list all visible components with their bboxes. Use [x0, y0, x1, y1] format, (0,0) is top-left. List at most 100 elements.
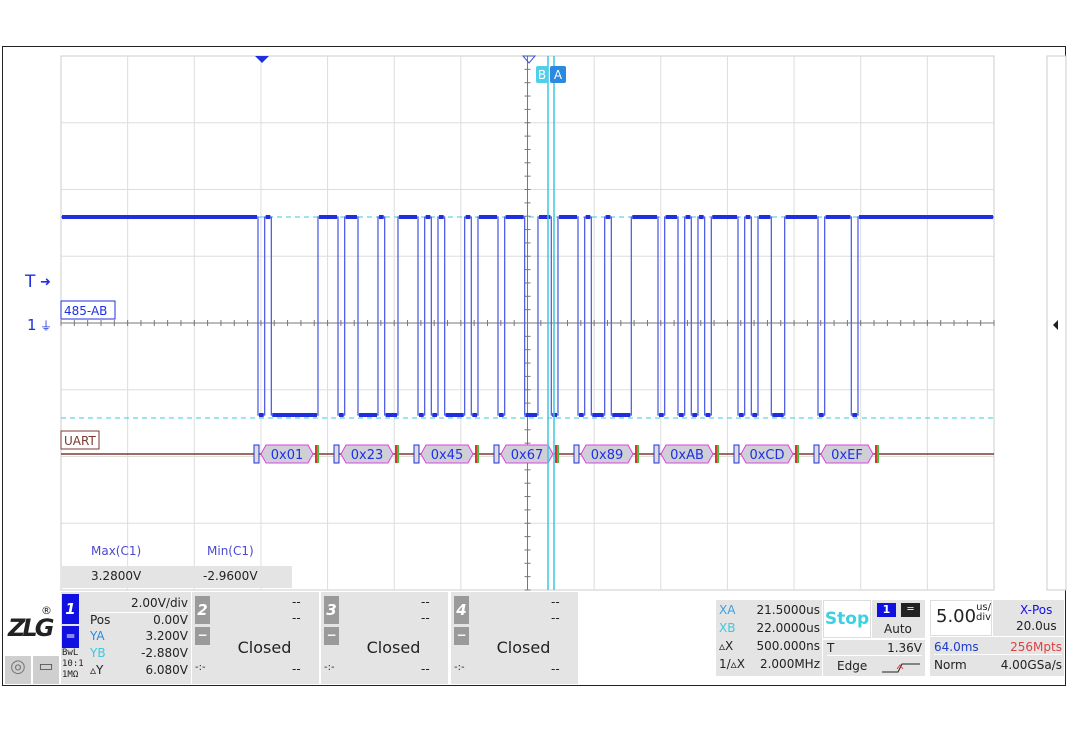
channel4-minus-badge[interactable]: −	[454, 627, 469, 645]
xb-value: 22.0000us	[756, 621, 820, 635]
trigger-level-value: 1.36V	[887, 641, 922, 655]
channel4-pos: --	[551, 611, 560, 625]
xa-value: 21.5000us	[756, 603, 820, 617]
yb-value: -2.880V	[141, 646, 188, 660]
channel2-info: -:-	[195, 662, 206, 673]
trace-low-segment	[525, 413, 537, 417]
decoder-label: UART	[64, 434, 96, 448]
channel3-minus-badge[interactable]: −	[324, 627, 339, 645]
channel1-offset-marker[interactable]: 1	[27, 316, 37, 334]
decode-stop-marker	[317, 445, 319, 463]
channel2-scale: --	[292, 595, 301, 609]
trace-high-segment	[318, 215, 337, 219]
trace-high-segment	[712, 215, 737, 219]
inv-dx-label: 1/▵X	[719, 657, 745, 671]
channel1-badge[interactable]: 1	[62, 594, 79, 624]
pos-value[interactable]: 0.00V	[153, 613, 188, 627]
decode-start-bit	[653, 444, 660, 464]
trace-low-segment	[358, 413, 377, 417]
channel1-scale[interactable]: 2.00V/div	[131, 596, 188, 610]
channel2-value: --	[292, 662, 301, 676]
channel4-value: --	[551, 662, 560, 676]
trigger-type: Edge	[837, 659, 868, 673]
dc-coupling-icon[interactable]: ═	[62, 626, 79, 648]
channel1-probe-info: BwL 10:1 1MΩ	[62, 648, 84, 681]
trace-low-segment	[692, 413, 697, 417]
arrow-right-icon: ➜	[40, 275, 51, 290]
decode-byte-label: 0xAB	[670, 448, 704, 463]
xpos-label: X-Pos	[1020, 603, 1053, 617]
trace-high-segment	[825, 215, 851, 219]
registered-icon: ®	[41, 604, 52, 617]
decode-start-bit	[573, 444, 580, 464]
channel3-pos: --	[421, 611, 430, 625]
trace-high-segment	[785, 215, 817, 219]
acquisition-mode: Norm	[934, 658, 967, 672]
memory-depth: 256Mpts	[1010, 640, 1062, 654]
trace-high-segment	[758, 215, 771, 219]
trace-high-segment	[265, 215, 271, 219]
dc-coupling-icon: ═	[901, 603, 920, 617]
gesture-icon[interactable]: ▭	[33, 656, 59, 684]
trace-high-segment	[685, 215, 691, 219]
channel3-badge[interactable]: 3	[324, 596, 339, 624]
channel2-minus-badge[interactable]: −	[195, 627, 210, 645]
trace-high-segment	[465, 215, 471, 219]
channel4-badge[interactable]: 4	[454, 596, 469, 624]
pos-label: Pos	[90, 613, 111, 627]
trace-high-segment	[438, 215, 444, 219]
channel3-status: Closed	[366, 638, 421, 657]
decode-parity-marker	[395, 445, 397, 463]
decode-byte-label: 0x67	[511, 448, 544, 463]
trigger-source: 1	[877, 603, 896, 617]
ya-value: 3.200V	[145, 629, 188, 643]
decode-parity-marker	[475, 445, 477, 463]
trace-low-segment	[819, 413, 824, 417]
trace-high-segment	[665, 215, 677, 219]
channel4-info: -:-	[454, 662, 465, 673]
decode-parity-marker	[635, 445, 637, 463]
timebase-unit-bottom: div	[976, 612, 992, 623]
channel4-status: Closed	[496, 638, 551, 657]
sample-rate: 4.00GSa/s	[1000, 658, 1062, 672]
input-impedance: 1MΩ	[62, 670, 79, 680]
trigger-level-label: T	[827, 641, 835, 655]
decode-stop-marker	[877, 445, 879, 463]
grid	[60, 55, 995, 591]
decode-stop-marker	[477, 445, 479, 463]
waveform-display[interactable]: 0x01 0x23 0x45 0x67 0x89 0xAB 0xCD 0xEF B A T ➜…	[0, 0, 1068, 600]
decode-parity-marker	[875, 445, 877, 463]
trace-low-segment	[739, 413, 744, 417]
trace-low-segment	[445, 413, 464, 417]
trace-high-segment	[478, 215, 497, 219]
channel3-scale: --	[421, 595, 430, 609]
timebase-unit: us/div	[976, 603, 991, 623]
trace-high-segment	[505, 215, 524, 219]
decode-parity-marker	[315, 445, 317, 463]
trace-low-segment	[419, 413, 424, 417]
trace-low-segment	[772, 413, 784, 417]
decode-byte-label: 0xCD	[749, 448, 784, 463]
measure-header-min: Min(C1)	[207, 544, 254, 558]
decode-stop-marker	[797, 445, 799, 463]
decode-parity-marker	[715, 445, 717, 463]
trace-low-segment	[678, 413, 684, 417]
ya-label: YA	[90, 629, 105, 643]
xb-label: XB	[719, 621, 736, 635]
decode-byte-label: 0x23	[351, 448, 384, 463]
decode-start-bit	[253, 444, 260, 464]
channel-label: 485-AB	[64, 304, 107, 318]
dy-label: ▵Y	[90, 663, 104, 677]
trigger-level-marker[interactable]: T	[24, 272, 36, 292]
trace-high-segment	[698, 215, 704, 219]
run-stop-button[interactable]: Stop	[823, 600, 871, 638]
yb-label: YB	[90, 646, 106, 660]
decode-parity-marker	[555, 445, 557, 463]
channel2-badge[interactable]: 2	[195, 596, 210, 624]
trace-low-segment	[852, 413, 857, 417]
trace-low-segment	[705, 413, 711, 417]
record-time: 64.0ms	[934, 640, 979, 654]
cursor-a-label: A	[554, 68, 563, 82]
dy-value: 6.080V	[145, 663, 188, 677]
touch-icon[interactable]: ◎	[5, 656, 31, 684]
